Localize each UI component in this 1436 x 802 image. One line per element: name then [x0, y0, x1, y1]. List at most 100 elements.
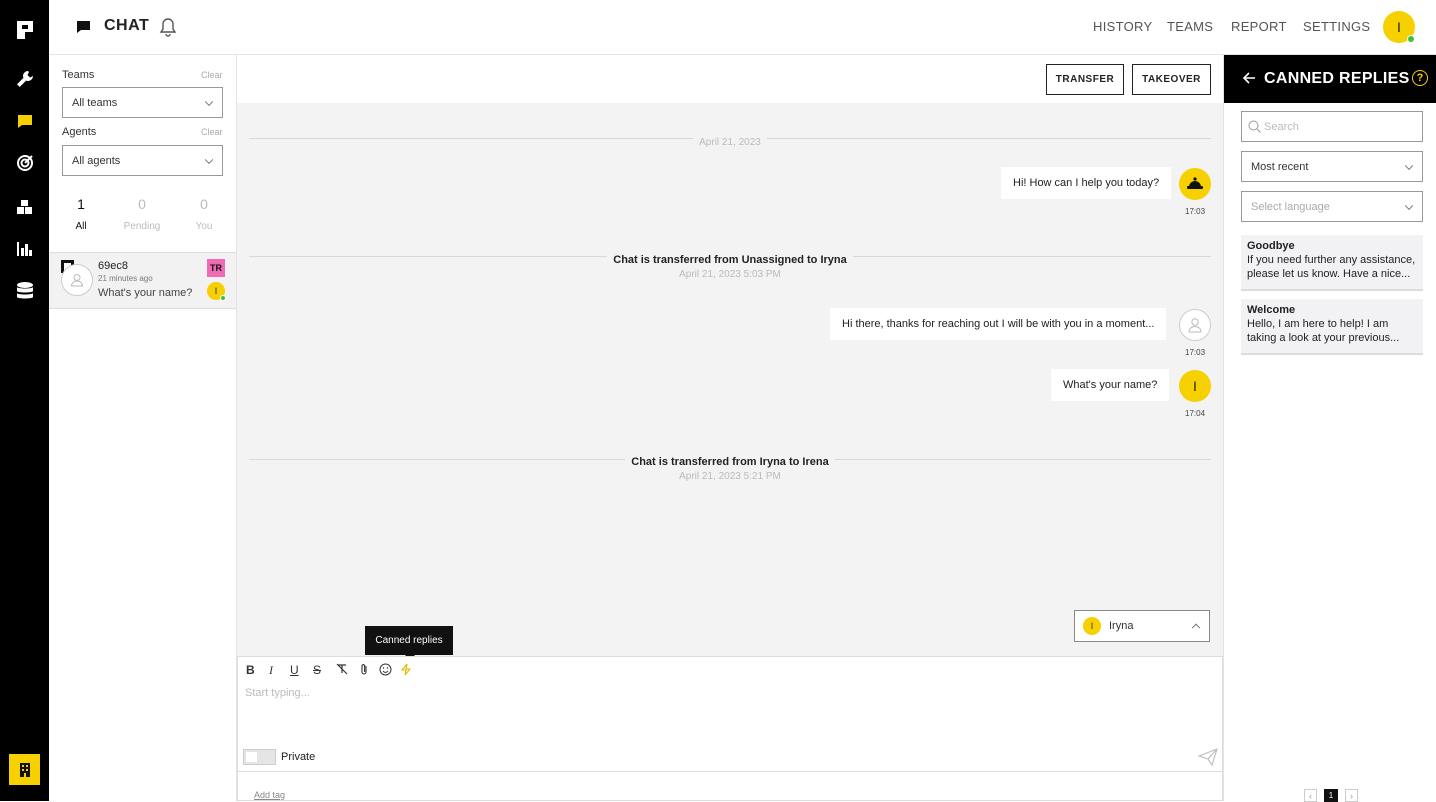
- sort-select[interactable]: Most recent: [1241, 151, 1423, 182]
- private-toggle[interactable]: [243, 749, 276, 765]
- tab-you-count[interactable]: 0: [189, 196, 219, 212]
- conversation-panel: Teams Clear All teams Agents Clear All a…: [49, 55, 237, 801]
- message-time: 17:03: [1185, 207, 1206, 216]
- canned-replies-panel: CANNED REPLIES ? Search Most recent Sele…: [1223, 55, 1436, 802]
- agent-message: What's your name?: [1051, 369, 1170, 401]
- canned-replies-icon[interactable]: [400, 663, 412, 679]
- add-tag-link[interactable]: Add tag: [254, 790, 285, 800]
- canned-replies-header: CANNED REPLIES ?: [1224, 55, 1436, 103]
- emoji-icon[interactable]: [379, 663, 392, 679]
- attachment-icon[interactable]: [359, 663, 369, 679]
- chevron-down-icon: [1404, 161, 1414, 170]
- canned-reply-title: Welcome: [1247, 304, 1296, 316]
- italic-icon[interactable]: I: [269, 663, 273, 678]
- prev-page-button[interactable]: ‹: [1304, 789, 1317, 802]
- nav-teams[interactable]: TEAMS: [1167, 19, 1213, 34]
- send-icon[interactable]: [1197, 748, 1218, 771]
- agent-online-indicator: [220, 295, 226, 301]
- transfer-event-date: April 21, 2023 5:21 PM: [237, 466, 1223, 484]
- teams-select[interactable]: All teams: [62, 87, 223, 118]
- agent-select-avatar: I: [1083, 617, 1101, 635]
- bar-chart-icon[interactable]: [13, 237, 37, 261]
- message-composer: B I U S Start typing... Private Add tag: [237, 656, 1223, 801]
- conversation-time: 21 minutes ago: [98, 274, 153, 283]
- agent-message: Hi there, thanks for reaching out I will…: [830, 308, 1167, 340]
- nav-history[interactable]: HISTORY: [1093, 19, 1152, 34]
- back-arrow-icon[interactable]: [1242, 71, 1256, 90]
- transfer-event-date-text: April 21, 2023 5:03 PM: [679, 269, 781, 280]
- agents-label: Agents: [62, 126, 97, 138]
- visitor-avatar: [61, 264, 93, 296]
- date-separator-text: April 21, 2023: [693, 137, 767, 148]
- divider: [238, 771, 1222, 772]
- chat-title-icon: [76, 20, 91, 39]
- tab-all[interactable]: All: [56, 221, 106, 232]
- next-page-button[interactable]: ›: [1345, 789, 1358, 802]
- conversation-id: 69ec8: [98, 260, 128, 272]
- sort-select-value: Most recent: [1251, 160, 1309, 173]
- canned-reply-item[interactable]: Goodbye If you need further any assistan…: [1241, 235, 1423, 291]
- agent-avatar-placeholder: [1179, 309, 1211, 341]
- canned-search-placeholder: Search: [1264, 120, 1299, 133]
- logo-icon[interactable]: [13, 18, 37, 42]
- message-time: 17:04: [1185, 409, 1206, 418]
- wrench-icon[interactable]: [13, 67, 37, 91]
- canned-reply-body: If you need further any assistance, plea…: [1247, 254, 1416, 280]
- tab-all-count[interactable]: 1: [66, 196, 96, 212]
- tab-pending-count[interactable]: 0: [127, 196, 157, 212]
- database-icon[interactable]: [13, 279, 37, 303]
- canned-reply-title: Goodbye: [1247, 240, 1295, 252]
- agents-clear-link[interactable]: Clear: [201, 127, 223, 137]
- agent-select-name: Iryna: [1109, 620, 1134, 632]
- teams-select-value: All teams: [72, 96, 118, 109]
- blocks-icon[interactable]: [13, 195, 37, 219]
- date-separator: April 21, 2023: [237, 132, 1223, 150]
- nav-settings[interactable]: SETTINGS: [1303, 19, 1370, 34]
- strikethrough-icon[interactable]: S: [313, 663, 321, 677]
- takeover-button[interactable]: TAKEOVER: [1132, 64, 1211, 95]
- chevron-up-icon: [1191, 623, 1201, 633]
- canned-reply-item[interactable]: Welcome Hello, I am here to help! I am t…: [1241, 299, 1423, 355]
- conversation-item[interactable]: 69ec8 21 minutes ago What's your name? T…: [49, 253, 236, 309]
- transfer-button[interactable]: TRANSFER: [1046, 64, 1124, 95]
- conversation-preview: What's your name?: [98, 287, 193, 299]
- canned-reply-body: Hello, I am here to help! I am taking a …: [1247, 318, 1400, 344]
- bell-icon[interactable]: [159, 17, 177, 42]
- online-indicator: [1407, 35, 1415, 43]
- clear-format-icon[interactable]: [336, 663, 348, 678]
- chat-header: TRANSFER TAKEOVER: [237, 55, 1223, 103]
- page-title: CHAT: [104, 17, 150, 34]
- canned-replies-tooltip: Canned replies: [365, 626, 453, 660]
- building-icon[interactable]: [9, 754, 40, 785]
- teams-label: Teams: [62, 69, 95, 81]
- chevron-down-icon: [204, 97, 214, 106]
- agents-select-value: All agents: [72, 154, 121, 167]
- message-input[interactable]: Start typing...: [245, 687, 310, 699]
- canned-search-input[interactable]: Search: [1241, 111, 1423, 142]
- transfer-event-date: April 21, 2023 5:03 PM: [237, 264, 1223, 282]
- language-select-placeholder: Select language: [1251, 200, 1330, 213]
- canned-replies-title: CANNED REPLIES: [1264, 70, 1410, 87]
- target-icon[interactable]: [13, 151, 37, 175]
- language-select[interactable]: Select language: [1241, 191, 1423, 222]
- nav-report[interactable]: REPORT: [1231, 19, 1287, 34]
- tab-you[interactable]: You: [179, 221, 229, 232]
- chevron-down-icon: [204, 155, 214, 164]
- page-number[interactable]: 1: [1324, 789, 1338, 802]
- help-icon[interactable]: ?: [1412, 70, 1428, 86]
- tab-pending[interactable]: Pending: [117, 221, 167, 232]
- team-badge: TR: [207, 259, 225, 277]
- chat-icon[interactable]: [13, 110, 37, 134]
- top-bar: CHAT HISTORY TEAMS REPORT SETTINGS I: [49, 0, 1436, 55]
- private-label: Private: [281, 751, 316, 763]
- chevron-down-icon: [1404, 201, 1414, 210]
- agent-select[interactable]: I Iryna: [1074, 610, 1210, 642]
- bot-avatar: [1179, 168, 1211, 200]
- search-icon: [1248, 120, 1261, 136]
- bold-icon[interactable]: B: [246, 663, 255, 677]
- user-avatar-initial: I: [1397, 19, 1401, 35]
- teams-clear-link[interactable]: Clear: [201, 70, 223, 80]
- agents-select[interactable]: All agents: [62, 145, 223, 176]
- icon-rail: [0, 0, 49, 801]
- underline-icon[interactable]: U: [290, 663, 299, 677]
